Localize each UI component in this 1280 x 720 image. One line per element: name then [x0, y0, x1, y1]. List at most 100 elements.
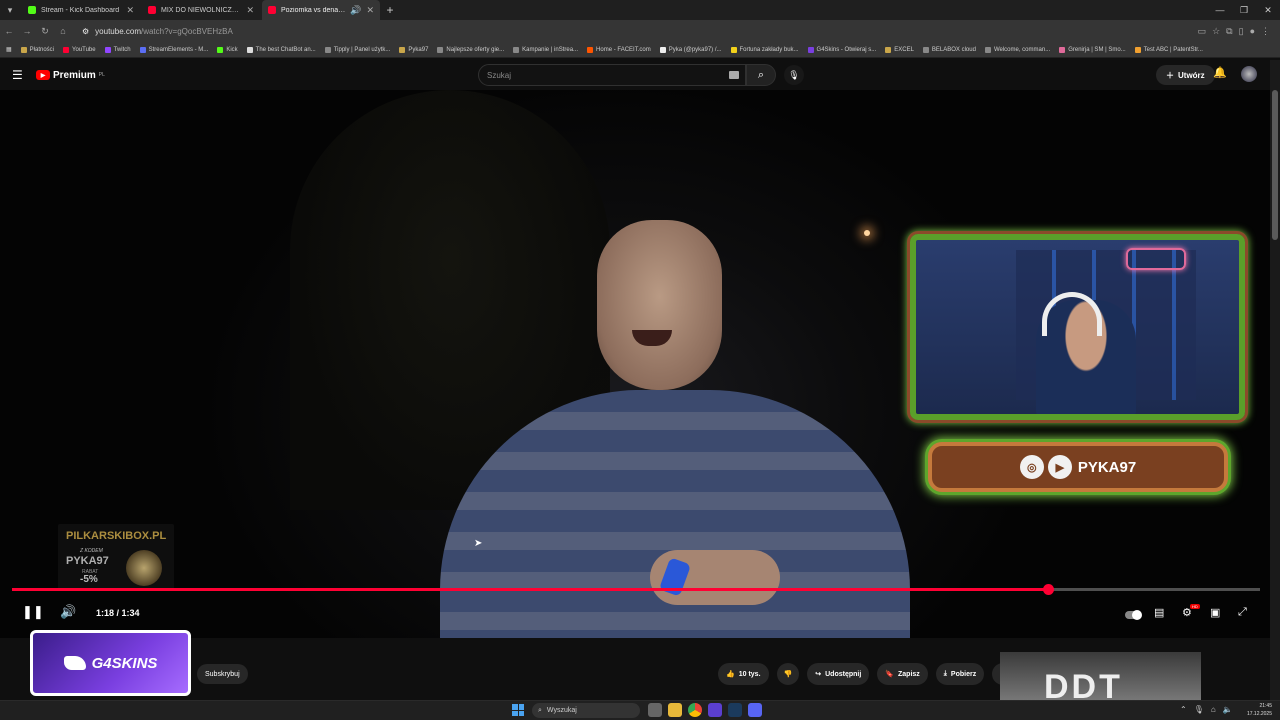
progress-bar[interactable]: [12, 584, 1260, 595]
tab-search-icon[interactable]: ▾: [0, 0, 20, 20]
save-button[interactable]: 🔖 Zapisz: [877, 663, 928, 685]
bookmark-item[interactable]: Home - FACEIT.com: [587, 46, 651, 53]
task-view-icon[interactable]: [648, 703, 662, 717]
forward-icon[interactable]: →: [18, 26, 36, 36]
network-icon[interactable]: ⌂: [1211, 705, 1216, 714]
g4skins-sponsor-banner[interactable]: G4SKINS: [30, 630, 191, 696]
new-tab-button[interactable]: +: [380, 3, 400, 17]
mic-tray-icon[interactable]: 🎙: [1194, 705, 1204, 714]
plus-icon: ＋: [1166, 70, 1174, 80]
keyboard-icon[interactable]: [729, 71, 739, 79]
cast-icon[interactable]: ▭: [1198, 26, 1207, 37]
youtube-premium-logo[interactable]: ▶ Premium PL: [36, 70, 105, 81]
extensions-icon[interactable]: ⧉: [1226, 26, 1232, 37]
reload-icon[interactable]: ↻: [36, 26, 54, 37]
taskbar-clock[interactable]: 21:45 17.12.2025: [1240, 702, 1272, 718]
bookmark-item[interactable]: Fortuna zakłady buk...: [730, 46, 799, 53]
create-button[interactable]: ＋ Utwórz: [1156, 65, 1215, 85]
share-button[interactable]: ↪ Udostępnij: [807, 663, 870, 685]
video-player[interactable]: ◎ ▶ PYKA97 PILKARSKIBOX.PL Z KODEM PYKA9…: [0, 90, 1270, 638]
miniplayer-icon[interactable]: ▣: [1210, 606, 1220, 619]
search-button[interactable]: ⌕: [746, 64, 776, 86]
file-explorer-icon[interactable]: [668, 703, 682, 717]
recommended-video-thumbnail[interactable]: DDT: [1000, 652, 1201, 700]
hd-badge: HD: [1190, 604, 1200, 609]
autoplay-toggle[interactable]: [1125, 610, 1142, 620]
bookmark-item[interactable]: YouTube: [63, 46, 96, 53]
bookmark-item[interactable]: BELABOX cloud: [922, 46, 976, 53]
sidebar-icon[interactable]: ▯: [1239, 26, 1244, 37]
bookmark-item[interactable]: Kampanie | inStrea...: [513, 46, 578, 53]
bookmark-item[interactable]: Test ABC | PatentStr...: [1134, 46, 1203, 53]
g4skins-logo-icon: [63, 656, 86, 670]
man-head: [597, 220, 722, 390]
back-icon[interactable]: ←: [0, 26, 18, 36]
home-icon[interactable]: ⌂: [54, 26, 72, 36]
bookmark-item[interactable]: Pyka (@pyka97) /...: [659, 46, 722, 53]
mouse-cursor-icon: ➤: [474, 538, 483, 549]
search-input[interactable]: Szukaj: [478, 64, 746, 86]
bookmark-item[interactable]: The best ChatBot an...: [246, 46, 316, 53]
bookmark-item[interactable]: Grenirja | SM | Smo...: [1059, 46, 1126, 53]
bookmark-item[interactable]: StreamElements - M...: [139, 46, 208, 53]
promo-overlay: PILKARSKIBOX.PL Z KODEM PYKA97 RABAT -5%: [58, 524, 174, 590]
tab-title: Stream - Kick Dashboard: [41, 6, 120, 14]
bookmark-item[interactable]: Tipply | Panel użytk...: [324, 46, 390, 53]
time-display: 1:18 / 1:34: [96, 608, 140, 618]
speaker-tray-icon[interactable]: 🔈: [1223, 705, 1233, 714]
tab-close-icon[interactable]: ✕: [126, 5, 134, 16]
search-icon: ⌕: [538, 706, 542, 714]
bookmark-item[interactable]: Płatności: [20, 46, 54, 53]
bookmark-item[interactable]: G4Skins - Otwieraj s...: [807, 46, 876, 53]
maximize-icon[interactable]: ❐: [1232, 0, 1256, 20]
subscribe-button[interactable]: Subskrybuj: [197, 664, 248, 684]
bookmark-item[interactable]: EXCEL: [885, 46, 914, 53]
hamburger-menu-icon[interactable]: ☰: [12, 68, 24, 82]
profile-icon[interactable]: ●: [1250, 26, 1255, 37]
page-icon: [1134, 46, 1141, 53]
menu-icon[interactable]: ⋮: [1261, 26, 1270, 37]
tab-poziomka[interactable]: Poziomka vs denaturat - Yo 🔊 ✕: [262, 0, 380, 20]
tray-chevron-icon[interactable]: ⌃: [1180, 705, 1187, 714]
progress-scrubber[interactable]: [1042, 584, 1054, 595]
avatar[interactable]: [1241, 66, 1257, 82]
steam-icon[interactable]: [728, 703, 742, 717]
url-field[interactable]: ⚙ youtube.com/watch?v=gQocBVEHzBA: [82, 23, 1198, 39]
dislike-button[interactable]: 👎: [776, 663, 800, 685]
fullscreen-icon[interactable]: ⤢: [1238, 606, 1247, 619]
twitch-icon: [104, 46, 111, 53]
windows-start-icon[interactable]: [512, 704, 524, 716]
bookmark-item[interactable]: Pyka97: [399, 46, 428, 53]
bookmark-item[interactable]: Kick: [217, 46, 238, 53]
bookmark-star-icon[interactable]: ☆: [1212, 26, 1220, 37]
scrollbar-thumb[interactable]: [1272, 90, 1278, 240]
neon-sign: [1126, 248, 1186, 270]
bookmark-item[interactable]: Twitch: [104, 46, 131, 53]
bookmark-item[interactable]: Najlepsze oferty gie...: [437, 46, 504, 53]
tab-close-icon[interactable]: ✕: [366, 5, 374, 16]
download-button[interactable]: ⤓ Pobierz: [935, 663, 985, 685]
kick-icon: [217, 46, 224, 53]
pause-icon[interactable]: ❚❚: [22, 604, 44, 620]
bookmark-item[interactable]: Welcome, comman...: [984, 46, 1050, 53]
tab-close-icon[interactable]: ✕: [246, 5, 254, 16]
volume-icon[interactable]: 🔊: [60, 604, 76, 620]
speaker-icon[interactable]: 🔊: [350, 5, 361, 16]
close-window-icon[interactable]: ✕: [1256, 0, 1280, 20]
apps-icon[interactable]: ▦: [6, 46, 12, 53]
minimize-icon[interactable]: —: [1208, 0, 1232, 20]
site-info-icon[interactable]: ⚙: [82, 27, 89, 36]
page-scrollbar[interactable]: [1270, 60, 1280, 700]
subtitles-icon[interactable]: ▤: [1154, 606, 1164, 619]
taskbar-search[interactable]: ⌕ Wyszukaj: [532, 703, 640, 718]
tab-kick-dashboard[interactable]: Stream - Kick Dashboard ✕: [22, 0, 140, 20]
tab-mix[interactable]: MIX DO NIEWOLNICZEJ PRACY ✕: [142, 0, 260, 20]
app-icon[interactable]: [708, 703, 722, 717]
browser-toolbar: ▭ ☆ ⧉ ▯ ● ⋮: [1198, 26, 1280, 37]
chrome-icon[interactable]: [688, 703, 702, 717]
notifications-bell-icon[interactable]: 🔔: [1213, 66, 1227, 79]
player-controls: ❚❚ 🔊 1:18 / 1:34 ▤ ⚙ HD ▣ ⤢: [0, 600, 1270, 630]
discord-icon[interactable]: [748, 703, 762, 717]
voice-search-button[interactable]: 🎙: [784, 65, 804, 85]
like-button[interactable]: 👍 10 tys.: [718, 663, 769, 685]
